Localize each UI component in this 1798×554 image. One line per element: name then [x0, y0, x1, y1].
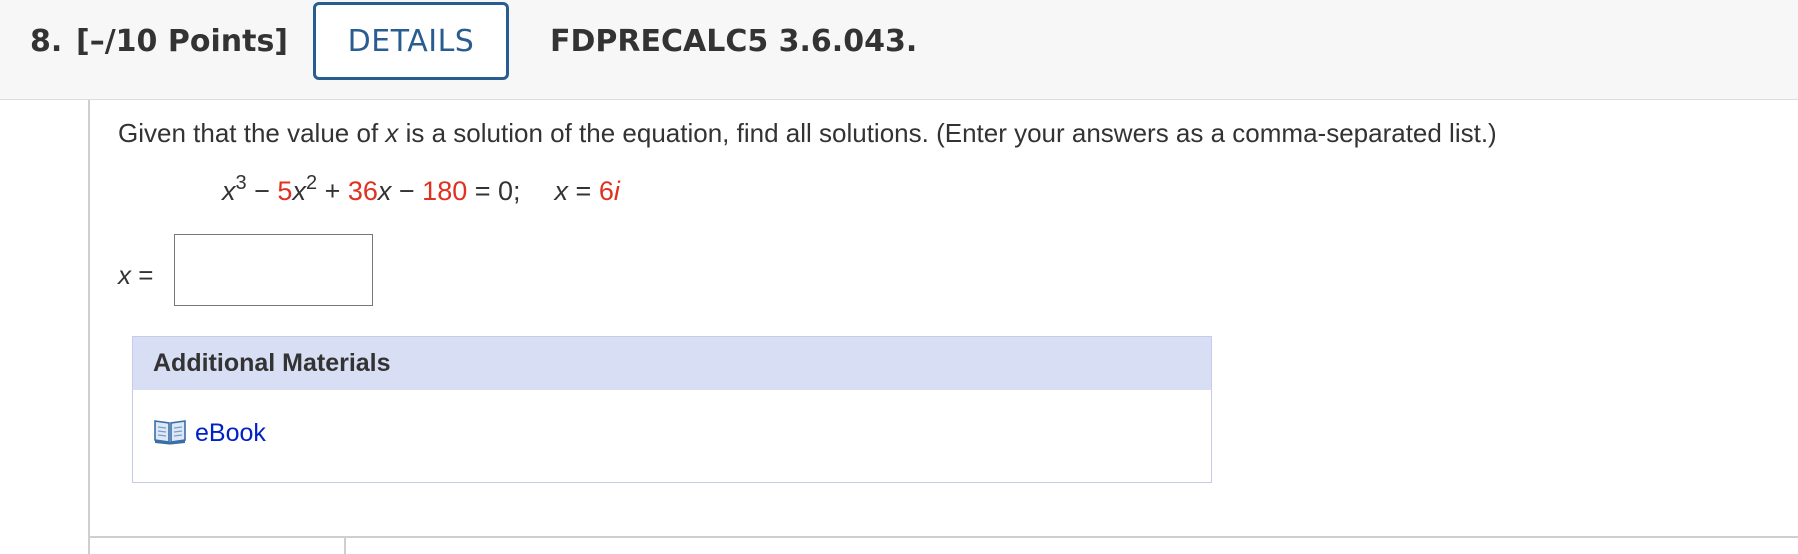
eq-equals-zero: = 0;: [467, 176, 521, 206]
eq-term2-base: x: [292, 176, 306, 206]
given-coefficient: 6: [598, 176, 614, 206]
eq-term3-coefficient: 36: [347, 176, 378, 206]
question-prompt: Given that the value of x is a solution …: [118, 118, 1497, 149]
eq-term1-exponent: 3: [235, 172, 247, 194]
eq-term2-exponent: 2: [305, 172, 318, 194]
content-left-border: [88, 100, 90, 554]
answer-input[interactable]: [174, 234, 373, 306]
prompt-text-start: Given that the value of: [118, 118, 386, 148]
eq-operator-2: +: [317, 176, 348, 206]
footer-divider-tick: [344, 536, 346, 554]
ebook-icon: [153, 417, 187, 449]
equation: x3 − 5x2 + 36x − 180 = 0; x = 6i: [222, 172, 620, 207]
eq-constant: 180: [422, 176, 468, 206]
given-imaginary-unit: i: [613, 176, 620, 206]
prompt-text-end: is a solution of the equation, find all …: [398, 118, 1497, 148]
eq-term1-base: x: [222, 176, 236, 206]
ebook-link[interactable]: eBook: [153, 417, 266, 449]
eq-term2-coefficient: 5: [277, 176, 293, 206]
answer-label: x =: [118, 260, 153, 291]
additional-materials-panel: Additional Materials eBook: [132, 336, 1212, 483]
answer-equals: =: [131, 260, 154, 290]
footer-divider: [90, 536, 1798, 538]
details-button[interactable]: DETAILS: [313, 2, 509, 80]
eq-operator-1: −: [246, 176, 278, 206]
ebook-label: eBook: [195, 418, 266, 447]
points-label: [–/10 Points]: [76, 24, 289, 59]
prompt-variable: x: [385, 118, 399, 148]
eq-term3-base: x: [377, 176, 392, 206]
additional-materials-title: Additional Materials: [133, 337, 1211, 390]
answer-variable: x: [118, 260, 131, 290]
question-header: 8. [–/10 Points] DETAILS FDPRECALC5 3.6.…: [0, 0, 1798, 100]
problem-code: FDPRECALC5 3.6.043.: [550, 24, 918, 59]
eq-operator-3: −: [391, 176, 423, 206]
question-number: 8.: [30, 24, 63, 59]
given-equals: =: [568, 176, 599, 206]
given-variable: x: [554, 176, 569, 206]
